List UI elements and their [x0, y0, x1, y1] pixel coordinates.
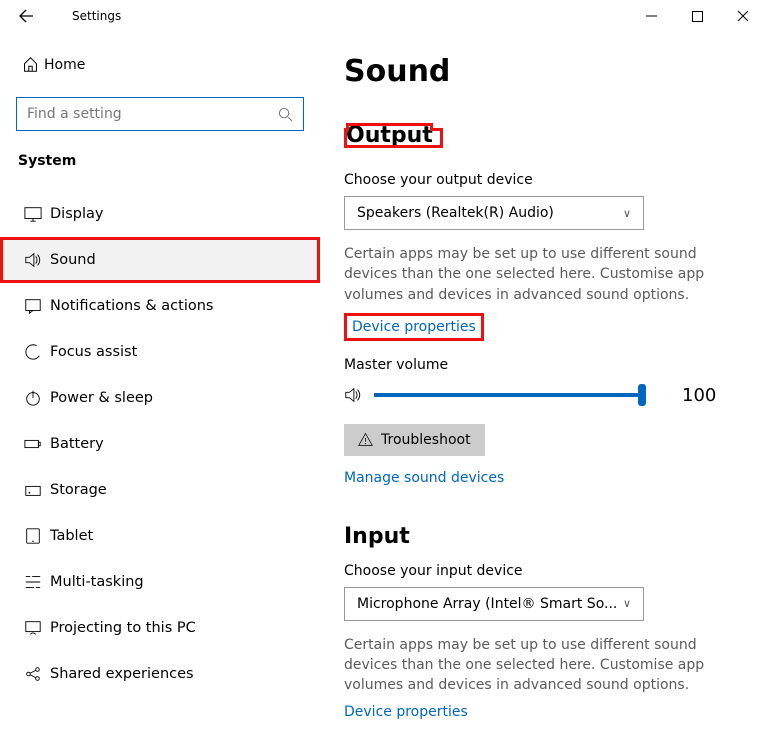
volume-icon[interactable] [344, 386, 370, 404]
slider-thumb[interactable] [638, 384, 646, 406]
tablet-icon [24, 527, 50, 545]
input-description: Certain apps may be set up to use differ… [344, 635, 752, 696]
master-volume-value: 100 [682, 385, 716, 406]
sidebar-item-label: Battery [50, 436, 104, 452]
page-title: Sound [344, 54, 752, 89]
sidebar-item-label: Tablet [50, 528, 93, 544]
slider-fill [374, 393, 642, 397]
sidebar-section-system: System [0, 149, 320, 179]
home-label: Home [44, 57, 85, 73]
input-device-label: Choose your input device [344, 563, 752, 579]
master-volume-label: Master volume [344, 357, 752, 373]
storage-icon [24, 481, 50, 499]
window-title: Settings [72, 9, 121, 23]
input-device-value: Microphone Array (Intel® Smart So... [357, 596, 617, 612]
sidebar-item-label: Storage [50, 482, 107, 498]
shared-icon [24, 665, 50, 683]
sidebar-item-notifications[interactable]: Notifications & actions [0, 283, 320, 329]
sidebar-item-projecting[interactable]: Projecting to this PC [0, 605, 320, 651]
close-button[interactable] [720, 0, 766, 32]
notification-icon [24, 297, 50, 315]
sidebar-item-label: Notifications & actions [50, 298, 213, 314]
sidebar-item-tablet[interactable]: Tablet [0, 513, 320, 559]
arrow-left-icon [18, 8, 34, 24]
output-device-value: Speakers (Realtek(R) Audio) [357, 205, 554, 221]
input-device-select[interactable]: Microphone Array (Intel® Smart So... ∨ [344, 587, 644, 621]
maximize-button[interactable] [674, 0, 720, 32]
chevron-down-icon: ∨ [623, 207, 631, 220]
troubleshoot-button[interactable]: Troubleshoot [344, 424, 485, 456]
multitasking-icon [24, 573, 50, 591]
input-device-properties-link[interactable]: Device properties [344, 704, 468, 720]
close-icon [737, 10, 749, 22]
focus-icon [24, 343, 50, 361]
output-heading: Output [346, 123, 433, 148]
output-description: Certain apps may be set up to use differ… [344, 244, 752, 305]
troubleshoot-label: Troubleshoot [381, 432, 471, 448]
search-field[interactable] [27, 106, 278, 122]
sidebar-item-label: Focus assist [50, 344, 137, 360]
home-button[interactable]: Home [0, 46, 320, 83]
sidebar-item-label: Projecting to this PC [50, 620, 196, 636]
sidebar-item-label: Display [50, 206, 103, 222]
sidebar: Home System Display Sound Notificatio [0, 32, 320, 737]
sidebar-item-focus-assist[interactable]: Focus assist [0, 329, 320, 375]
sidebar-item-multitasking[interactable]: Multi-tasking [0, 559, 320, 605]
search-input[interactable] [16, 97, 304, 131]
warning-icon [358, 432, 373, 447]
sidebar-item-display[interactable]: Display [0, 191, 320, 237]
sidebar-item-label: Sound [50, 252, 96, 268]
sidebar-item-sound[interactable]: Sound [0, 237, 320, 283]
input-section: Input Choose your input device Microphon… [344, 514, 752, 720]
titlebar: Settings [0, 0, 770, 32]
sidebar-item-label: Power & sleep [50, 390, 153, 406]
home-icon [22, 56, 44, 73]
sidebar-item-power-sleep[interactable]: Power & sleep [0, 375, 320, 421]
input-heading: Input [344, 524, 410, 549]
battery-icon [24, 435, 50, 453]
search-icon [278, 107, 293, 122]
projecting-icon [24, 619, 50, 637]
sidebar-item-battery[interactable]: Battery [0, 421, 320, 467]
sidebar-item-label: Multi-tasking [50, 574, 144, 590]
output-device-label: Choose your output device [344, 172, 752, 188]
output-device-properties-link[interactable]: Device properties [344, 313, 484, 341]
chevron-down-icon: ∨ [623, 597, 631, 610]
output-device-select[interactable]: Speakers (Realtek(R) Audio) ∨ [344, 196, 644, 230]
main-pane: Sound Output Choose your output device S… [320, 32, 770, 737]
display-icon [24, 205, 50, 223]
minimize-button[interactable] [628, 0, 674, 32]
minimize-icon [646, 11, 657, 22]
sidebar-item-label: Shared experiences [50, 666, 194, 682]
output-section: Output Choose your output device Speaker… [344, 113, 752, 486]
back-button[interactable] [18, 8, 48, 24]
power-icon [24, 389, 50, 407]
manage-sound-devices-link[interactable]: Manage sound devices [344, 470, 504, 486]
sound-icon [24, 251, 50, 269]
master-volume-slider[interactable] [374, 393, 642, 397]
sidebar-item-shared-experiences[interactable]: Shared experiences [0, 651, 320, 697]
sidebar-item-storage[interactable]: Storage [0, 467, 320, 513]
maximize-icon [692, 11, 703, 22]
